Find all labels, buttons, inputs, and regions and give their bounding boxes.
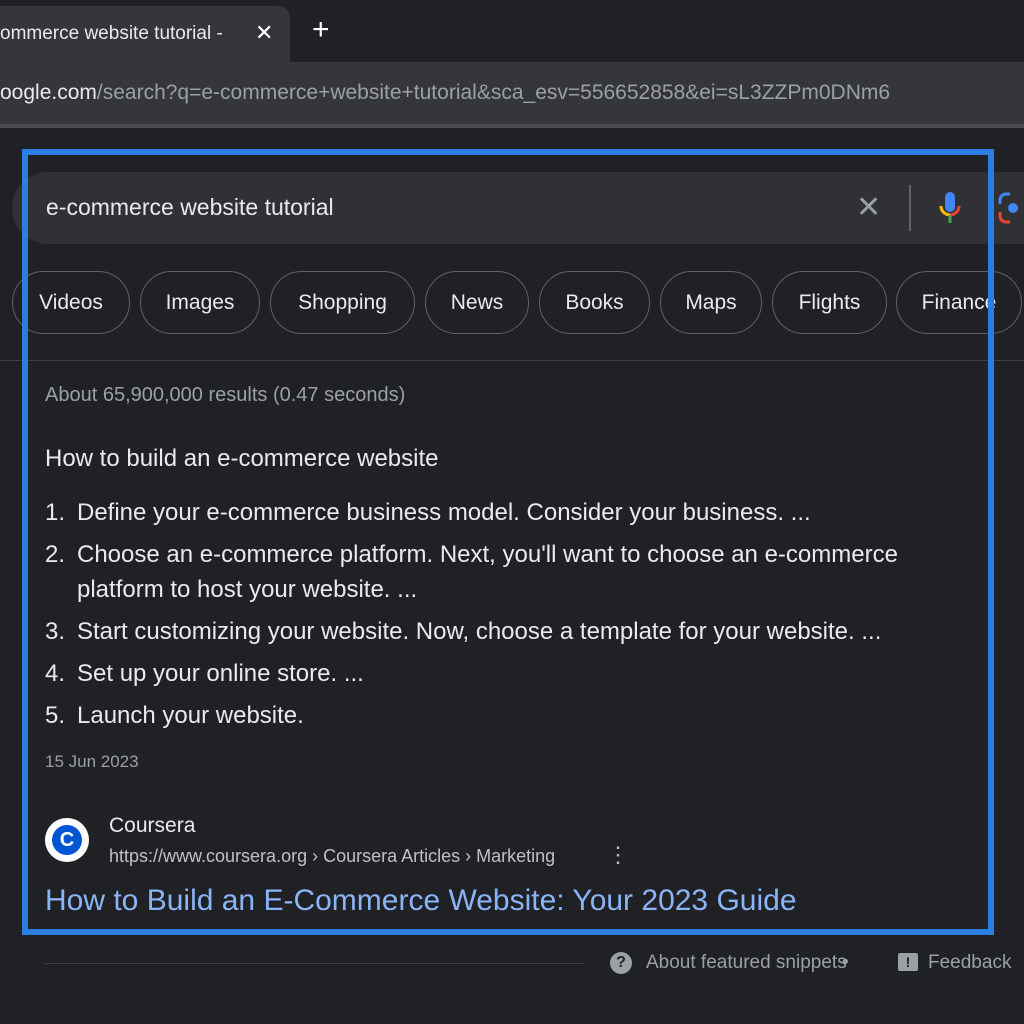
highlight-box — [22, 149, 994, 935]
help-icon[interactable]: ? — [610, 952, 632, 974]
url-text[interactable]: oogle.com/search?q=e-commerce+website+tu… — [0, 81, 890, 105]
feedback-link[interactable]: Feedback — [928, 952, 1011, 974]
lens-icon[interactable] — [998, 192, 1024, 229]
new-tab-icon[interactable]: + — [312, 14, 330, 46]
feedback-icon[interactable]: ! — [898, 953, 918, 971]
footer-separator: • — [842, 952, 849, 973]
tab-title: ommerce website tutorial - — [0, 23, 223, 44]
about-featured-snippets-link[interactable]: About featured snippets — [646, 952, 847, 974]
footer-divider — [45, 963, 585, 964]
toolbar-divider — [0, 124, 1024, 128]
url-host: oogle.com — [0, 81, 97, 104]
browser-tab[interactable]: ommerce website tutorial - ✕ — [0, 6, 290, 62]
url-path: /search?q=e-commerce+website+tutorial&sc… — [96, 81, 891, 104]
close-tab-icon[interactable]: ✕ — [255, 20, 273, 46]
